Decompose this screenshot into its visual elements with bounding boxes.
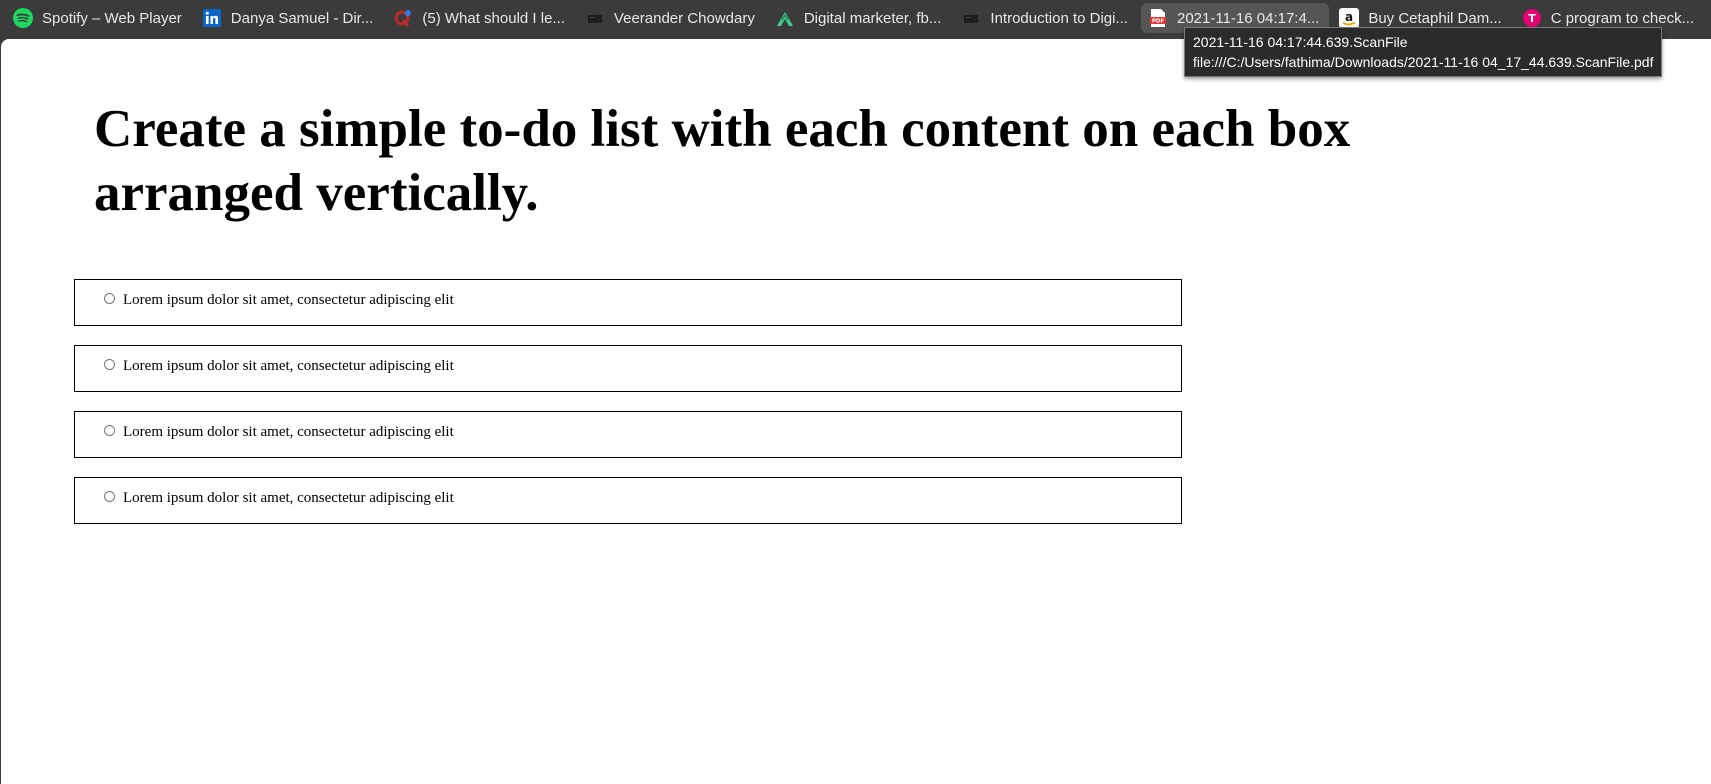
todo-radio-button[interactable]: [104, 293, 115, 304]
todo-item[interactable]: Lorem ipsum dolor sit amet, consectetur …: [74, 279, 1182, 326]
quora-icon: [392, 7, 414, 29]
bookmark-intro-digital[interactable]: Introduction to Digi...: [960, 3, 1138, 33]
spotify-icon: [12, 7, 34, 29]
page-title: Create a simple to-do list with each con…: [94, 100, 1351, 222]
svg-text:PDF: PDF: [1152, 19, 1165, 25]
bookmark-veerander[interactable]: Veerander Chowdary: [584, 3, 765, 33]
page-icon: [584, 7, 606, 29]
bookmark-spotify[interactable]: Spotify – Web Player: [12, 3, 192, 33]
bookmark-label: Veerander Chowdary: [613, 9, 755, 27]
tooltip-title: 2021-11-16 04:17:44.639.ScanFile: [1193, 34, 1408, 50]
amazon-icon: a: [1338, 7, 1360, 29]
bookmark-label: Buy Cetaphil Dam...: [1368, 9, 1502, 27]
todo-radio-button[interactable]: [104, 359, 115, 370]
bookmark-label: C program to check...: [1550, 9, 1695, 27]
bookmark-label: Introduction to Digi...: [990, 9, 1128, 27]
todo-text: Lorem ipsum dolor sit amet, consectetur …: [123, 424, 454, 440]
todo-text: Lorem ipsum dolor sit amet, consectetur …: [123, 490, 454, 506]
linkedin-icon: [201, 7, 223, 29]
bookmark-quora[interactable]: (5) What should I le...: [392, 3, 575, 33]
tmobile-icon: T: [1521, 7, 1543, 29]
svg-text:a: a: [1345, 10, 1353, 24]
bookmark-tooltip: 2021-11-16 04:17:44.639.ScanFile file://…: [1184, 27, 1663, 77]
svg-text:T: T: [1528, 12, 1536, 25]
todo-radio-button[interactable]: [104, 425, 115, 436]
bookmark-label: (5) What should I le...: [422, 9, 565, 27]
todo-list: Lorem ipsum dolor sit amet, consectetur …: [74, 279, 1182, 543]
bookmark-upwork[interactable]: Digital marketer, fb...: [774, 3, 952, 33]
bookmark-label: Danya Samuel - Dir...: [230, 9, 374, 27]
page-icon: [960, 7, 982, 29]
todo-text: Lorem ipsum dolor sit amet, consectetur …: [123, 358, 454, 374]
page-content: Create a simple to-do list with each con…: [1, 39, 1711, 784]
tooltip-path: file:///C:/Users/fathima/Downloads/2021-…: [1193, 54, 1654, 70]
upwork-icon: [774, 7, 796, 29]
bookmark-label: 2021-11-16 04:17:4...: [1176, 9, 1320, 27]
todo-item[interactable]: Lorem ipsum dolor sit amet, consectetur …: [74, 477, 1182, 524]
todo-item[interactable]: Lorem ipsum dolor sit amet, consectetur …: [74, 411, 1182, 458]
bookmark-linkedin[interactable]: Danya Samuel - Dir...: [201, 3, 384, 33]
todo-item[interactable]: Lorem ipsum dolor sit amet, consectetur …: [74, 345, 1182, 392]
todo-text: Lorem ipsum dolor sit amet, consectetur …: [123, 292, 454, 308]
todo-radio-button[interactable]: [104, 491, 115, 502]
bookmark-label: Digital marketer, fb...: [803, 9, 942, 27]
bookmark-label: Spotify – Web Player: [42, 9, 182, 27]
pdf-icon: PDF: [1147, 7, 1169, 29]
